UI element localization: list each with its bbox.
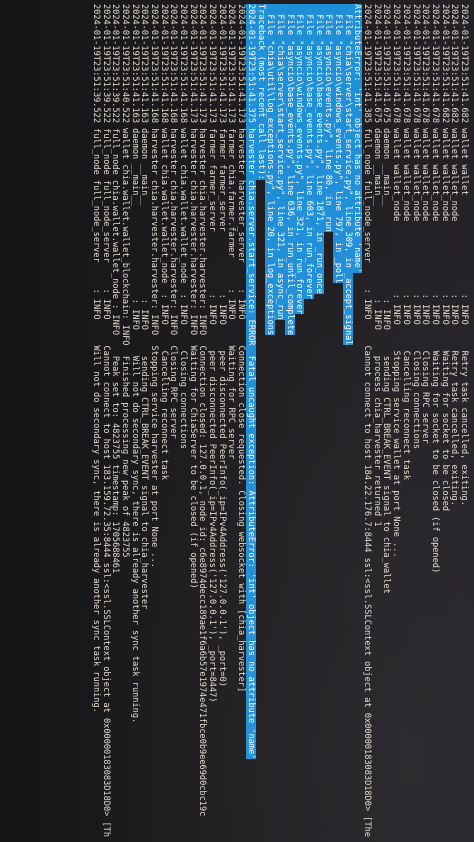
- log-line-text: 2024-01-19T23:51:41.375 harvester chia.s…: [245, 4, 256, 760]
- selected-log-line[interactable]: File "asyncio\windows_events.py", line 7…: [332, 4, 344, 842]
- selected-log-line[interactable]: File "asyncio\base_events.py", line 636,…: [284, 4, 295, 842]
- selected-log-line[interactable]: File "asyncio\windows_events.py", line 3…: [294, 4, 305, 842]
- log-line-text: 2024-01-19T23:51:41.675 daemon __main__ …: [371, 4, 382, 527]
- log-line-text: 2024-01-19T23:51:41.173 farmer farmer_se…: [207, 4, 218, 703]
- log-line-text: File "asyncio\base_events.py", line 1871…: [313, 4, 324, 294]
- log-line-text: 2024-01-19T23:51:41.675 daemon __main__ …: [381, 4, 392, 594]
- selected-log-line[interactable]: File "asyncio\base_events.py", line 1871…: [313, 4, 324, 842]
- log-line-text: 2024-01-19T23:51:40.522 wallet chia.wall…: [119, 4, 130, 558]
- log-line-text: 2024-01-19T23:51:41.173 harvester chia.h…: [187, 4, 198, 589]
- log-line-text: 2024-01-19T23:51:41.173 farmer farmer_se…: [216, 4, 227, 687]
- log-line[interactable]: 2024-01-19T23:51:41.168 harvester chia.h…: [168, 4, 178, 842]
- log-line-text: 2024-01-19T23:51:41.168 wallet chia.wall…: [178, 4, 189, 449]
- log-line-text: 2024-01-19T23:51:41.682 wallet wallet_no…: [439, 4, 450, 512]
- log-line-text: 2024-01-19T23:51:39.522 full_node full_n…: [100, 4, 111, 837]
- log-line[interactable]: 2024-01-19T23:51:40.522 wallet chia.wall…: [119, 4, 130, 842]
- log-line[interactable]: 2024-01-19T23:51:41.682 wallet wallet : …: [458, 4, 469, 842]
- log-line[interactable]: 2024-01-19T23:51:41.173 farmer farmer_se…: [206, 4, 218, 842]
- log-line-text: 2024-01-19T23:51:41.678 wallet wallet_no…: [391, 4, 402, 558]
- log-line[interactable]: 2024-01-19T23:51:39.522 full_node full_n…: [100, 4, 111, 842]
- log-line[interactable]: 2024-01-19T23:51:41.682 wallet wallet_no…: [439, 4, 450, 842]
- log-line[interactable]: 2024-01-19T23:51:41.168 wallet chia.wall…: [158, 4, 169, 842]
- log-line[interactable]: 2024-01-19T23:51:41.675 daemon __main__ …: [371, 4, 382, 842]
- log-line-text: Traceback (most recent call last):: [255, 4, 266, 180]
- log-line[interactable]: 2024-01-19T23:51:41.173 farmer farmer_se…: [216, 4, 227, 842]
- log-line-text: 2024-01-19T23:51:41.682 wallet wallet_no…: [449, 4, 460, 506]
- log-line[interactable]: 2024-01-19T23:51:41.678 wallet wallet_no…: [420, 4, 430, 842]
- log-line-text: 2024-01-19T23:51:39.522 full_node chia.w…: [110, 4, 121, 574]
- log-line[interactable]: 2024-01-19T23:51:41.163 daemon __main__ …: [139, 4, 149, 842]
- log-line-text: 2024-01-19T23:51:39.522 full_node full_n…: [90, 4, 101, 713]
- log-line-text: 2024-01-19T23:51:41.163 daemon __main__ …: [129, 4, 140, 724]
- log-line-text: File "asyncio\windows_events.py", line 7…: [333, 4, 344, 284]
- log-line-text: 2024-01-19T23:51:41.682 wallet wallet : …: [459, 4, 469, 506]
- log-line[interactable]: 2024-01-19T23:51:41.173 harvester harves…: [236, 4, 246, 842]
- selected-log-line[interactable]: Traceback (most recent call last):: [255, 4, 266, 842]
- selected-log-line[interactable]: File "chia\server\start_service.py", lin…: [274, 4, 285, 842]
- log-line[interactable]: 2024-01-19T23:51:41.163 daemon __main__ …: [129, 4, 140, 842]
- log-line[interactable]: 2024-01-19T23:51:41.168 wallet chia.wall…: [177, 4, 189, 842]
- log-line-text: 2024-01-19T23:51:41.163 daemon __main__ …: [139, 4, 150, 610]
- log-line-text: 2024-01-19T23:51:41.173 harvester harves…: [236, 4, 247, 693]
- log-line-text: AttributeError: 'int' object has no attr…: [352, 4, 363, 274]
- log-line[interactable]: 2024-01-19T23:51:41.682 wallet wallet_no…: [449, 4, 459, 842]
- log-line-text: 2024-01-19T23:51:41.168 harvester chia.h…: [168, 4, 179, 439]
- selected-log-line[interactable]: File "asyncio\events.py", line 80, in _r…: [323, 4, 334, 842]
- log-line[interactable]: 2024-01-19T23:51:41.675 daemon __main__ …: [381, 4, 392, 842]
- selected-log-line[interactable]: AttributeError: 'int' object has no attr…: [352, 4, 363, 842]
- log-line[interactable]: 2024-01-19T23:51:41.173 farmer chia.farm…: [226, 4, 237, 842]
- log-line-text: 2024-01-19T23:51:41.173 farmer chia.farm…: [226, 4, 237, 460]
- log-line-text: 2024-01-19T23:51:41.678 wallet wallet_no…: [400, 4, 411, 480]
- terminal-window: 2024-01-19T23:51:41.682 wallet wallet : …: [0, 0, 474, 842]
- log-line-text: 2024-01-19T23:51:41.168 wallet chia.wall…: [158, 4, 169, 480]
- terminal-photo: 2024-01-19T23:51:41.682 wallet wallet : …: [0, 0, 474, 842]
- log-line-text: File "asyncio\base_events.py", line 603,…: [304, 4, 314, 299]
- log-line-text: File "asyncio\events.py", line 80, in _r…: [323, 4, 334, 232]
- log-line-text: 2024-01-19T23:51:41.168 harvester chia.h…: [149, 4, 159, 568]
- log-line-text: File "asyncio\base_events.py", line 636,…: [284, 4, 295, 336]
- log-line-text: 2024-01-19T23:51:41.678 wallet wallet_no…: [429, 4, 440, 574]
- log-line[interactable]: 2024-01-19T23:51:41.678 wallet wallet_no…: [400, 4, 411, 842]
- selected-log-line[interactable]: 2024-01-19T23:51:41.375 harvester chia.s…: [245, 4, 256, 842]
- log-line-text: 2024-01-19T23:51:41.678 wallet wallet_no…: [420, 4, 431, 444]
- log-line-text: File "chia\server\start_service.py", lin…: [342, 4, 353, 346]
- log-line[interactable]: 2024-01-19T23:51:41.385 full_node full_n…: [361, 4, 373, 842]
- selected-log-line[interactable]: File "chia\server\start_service.py", lin…: [342, 4, 353, 842]
- log-line[interactable]: 2024-01-19T23:51:41.678 wallet wallet_no…: [410, 4, 421, 842]
- log-line[interactable]: 2024-01-19T23:51:41.678 wallet wallet_no…: [391, 4, 401, 842]
- log-line-text: 2024-01-19T23:51:41.385 full_node full_n…: [362, 4, 373, 842]
- log-line-text: 2024-01-19T23:51:41.173 harvester chia.h…: [197, 4, 208, 817]
- log-line[interactable]: 2024-01-19T23:51:41.173 harvester chia.h…: [187, 4, 198, 842]
- log-line[interactable]: 2024-01-19T23:51:41.173 harvester chia.h…: [197, 4, 207, 842]
- log-line[interactable]: 2024-01-19T23:51:41.168 harvester chia.h…: [148, 4, 159, 842]
- log-line-text: File "chia\server\start_service.py", lin…: [274, 4, 285, 320]
- log-line-text: File "chia\util\log_exceptions.py", line…: [265, 4, 276, 336]
- log-line[interactable]: 2024-01-19T23:51:41.678 wallet wallet_no…: [429, 4, 440, 842]
- log-line[interactable]: 2024-01-19T23:51:39.522 full_node chia.w…: [110, 4, 120, 842]
- log-line-text: 2024-01-19T23:51:41.678 wallet wallet_no…: [410, 4, 421, 449]
- selected-log-line[interactable]: File "chia\util\log_exceptions.py", line…: [265, 4, 276, 842]
- log-line-text: File "asyncio\windows_events.py", line 3…: [294, 4, 305, 315]
- selected-log-line[interactable]: File "asyncio\base_events.py", line 603,…: [303, 4, 314, 842]
- log-line[interactable]: 2024-01-19T23:51:39.522 full_node full_n…: [90, 4, 101, 842]
